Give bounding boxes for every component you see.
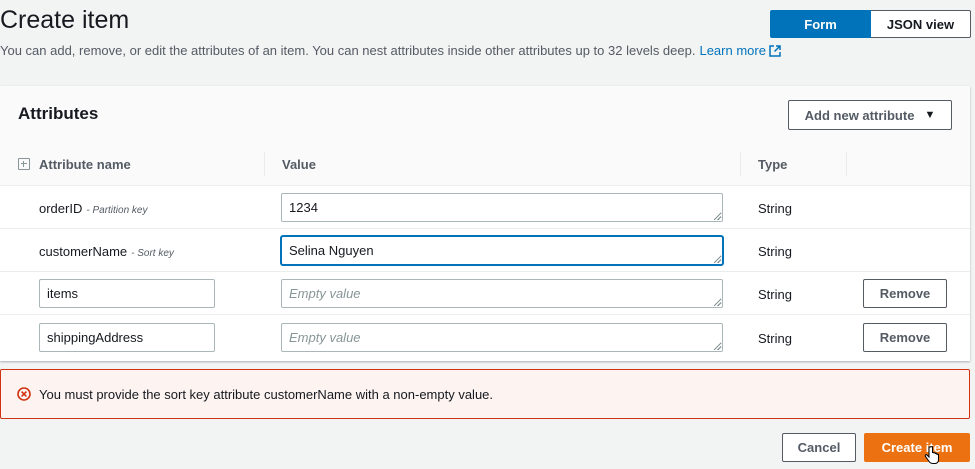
page-title: Create item bbox=[0, 6, 130, 34]
error-icon bbox=[17, 387, 31, 401]
column-divider bbox=[264, 152, 265, 176]
panel-header: Attributes Add new attribute ▼ bbox=[0, 86, 970, 142]
table-header: Attribute name Value Type bbox=[0, 142, 970, 186]
attribute-name-text: customerName bbox=[39, 244, 128, 259]
partition-key-hint: - Partition key bbox=[86, 205, 148, 216]
attribute-name-label: orderID - Partition key bbox=[39, 201, 148, 216]
attribute-type: String bbox=[758, 287, 792, 302]
value-input-items[interactable] bbox=[281, 279, 723, 308]
sort-key-hint: - Sort key bbox=[131, 248, 174, 259]
expand-icon[interactable] bbox=[18, 158, 30, 170]
value-input-shippingaddress[interactable] bbox=[281, 323, 723, 352]
remove-button[interactable]: Remove bbox=[863, 279, 947, 308]
panel-title: Attributes bbox=[18, 104, 99, 123]
column-header-type: Type bbox=[758, 157, 788, 172]
table-row: customerName - Sort key Selina Nguyen Str… bbox=[0, 229, 970, 272]
column-header-value: Value bbox=[282, 157, 316, 172]
json-view-button[interactable]: JSON view bbox=[871, 10, 971, 38]
column-divider bbox=[846, 152, 847, 176]
add-new-attribute-button[interactable]: Add new attribute ▼ bbox=[788, 100, 952, 130]
table-row: String Remove bbox=[0, 316, 970, 359]
value-input-orderid[interactable]: 1234 bbox=[281, 193, 723, 222]
column-header-name: Attribute name bbox=[39, 157, 131, 172]
add-attribute-label: Add new attribute bbox=[804, 107, 915, 123]
attribute-name-label: customerName - Sort key bbox=[39, 244, 174, 259]
attribute-type: String bbox=[758, 331, 792, 346]
view-toggle: Form JSON view bbox=[770, 10, 971, 38]
attribute-name-text: orderID bbox=[39, 201, 83, 216]
cancel-button[interactable]: Cancel bbox=[782, 433, 856, 462]
error-message: You must provide the sort key attribute … bbox=[39, 386, 494, 402]
create-item-button[interactable]: Create item bbox=[864, 433, 970, 462]
table-row: orderID - Partition key 1234 String bbox=[0, 186, 970, 229]
learn-more-label: Learn more bbox=[699, 43, 766, 58]
column-divider bbox=[740, 152, 741, 176]
attribute-name-input[interactable] bbox=[39, 279, 215, 308]
attribute-type: String bbox=[758, 244, 792, 259]
caret-down-icon: ▼ bbox=[924, 109, 936, 121]
page-description: You can add, remove, or edit the attribu… bbox=[0, 43, 781, 58]
description-text: You can add, remove, or edit the attribu… bbox=[0, 43, 696, 58]
table-row: String Remove bbox=[0, 272, 970, 315]
external-link-icon bbox=[769, 45, 781, 57]
attribute-type: String bbox=[758, 201, 792, 216]
error-alert: You must provide the sort key attribute … bbox=[0, 369, 970, 419]
remove-button[interactable]: Remove bbox=[863, 323, 947, 352]
attributes-panel: Attributes Add new attribute ▼ Attribute … bbox=[0, 86, 970, 361]
learn-more-link[interactable]: Learn more bbox=[699, 43, 781, 58]
attribute-name-input[interactable] bbox=[39, 323, 215, 352]
value-input-customername[interactable]: Selina Nguyen bbox=[281, 236, 723, 265]
form-view-button[interactable]: Form bbox=[770, 10, 871, 38]
